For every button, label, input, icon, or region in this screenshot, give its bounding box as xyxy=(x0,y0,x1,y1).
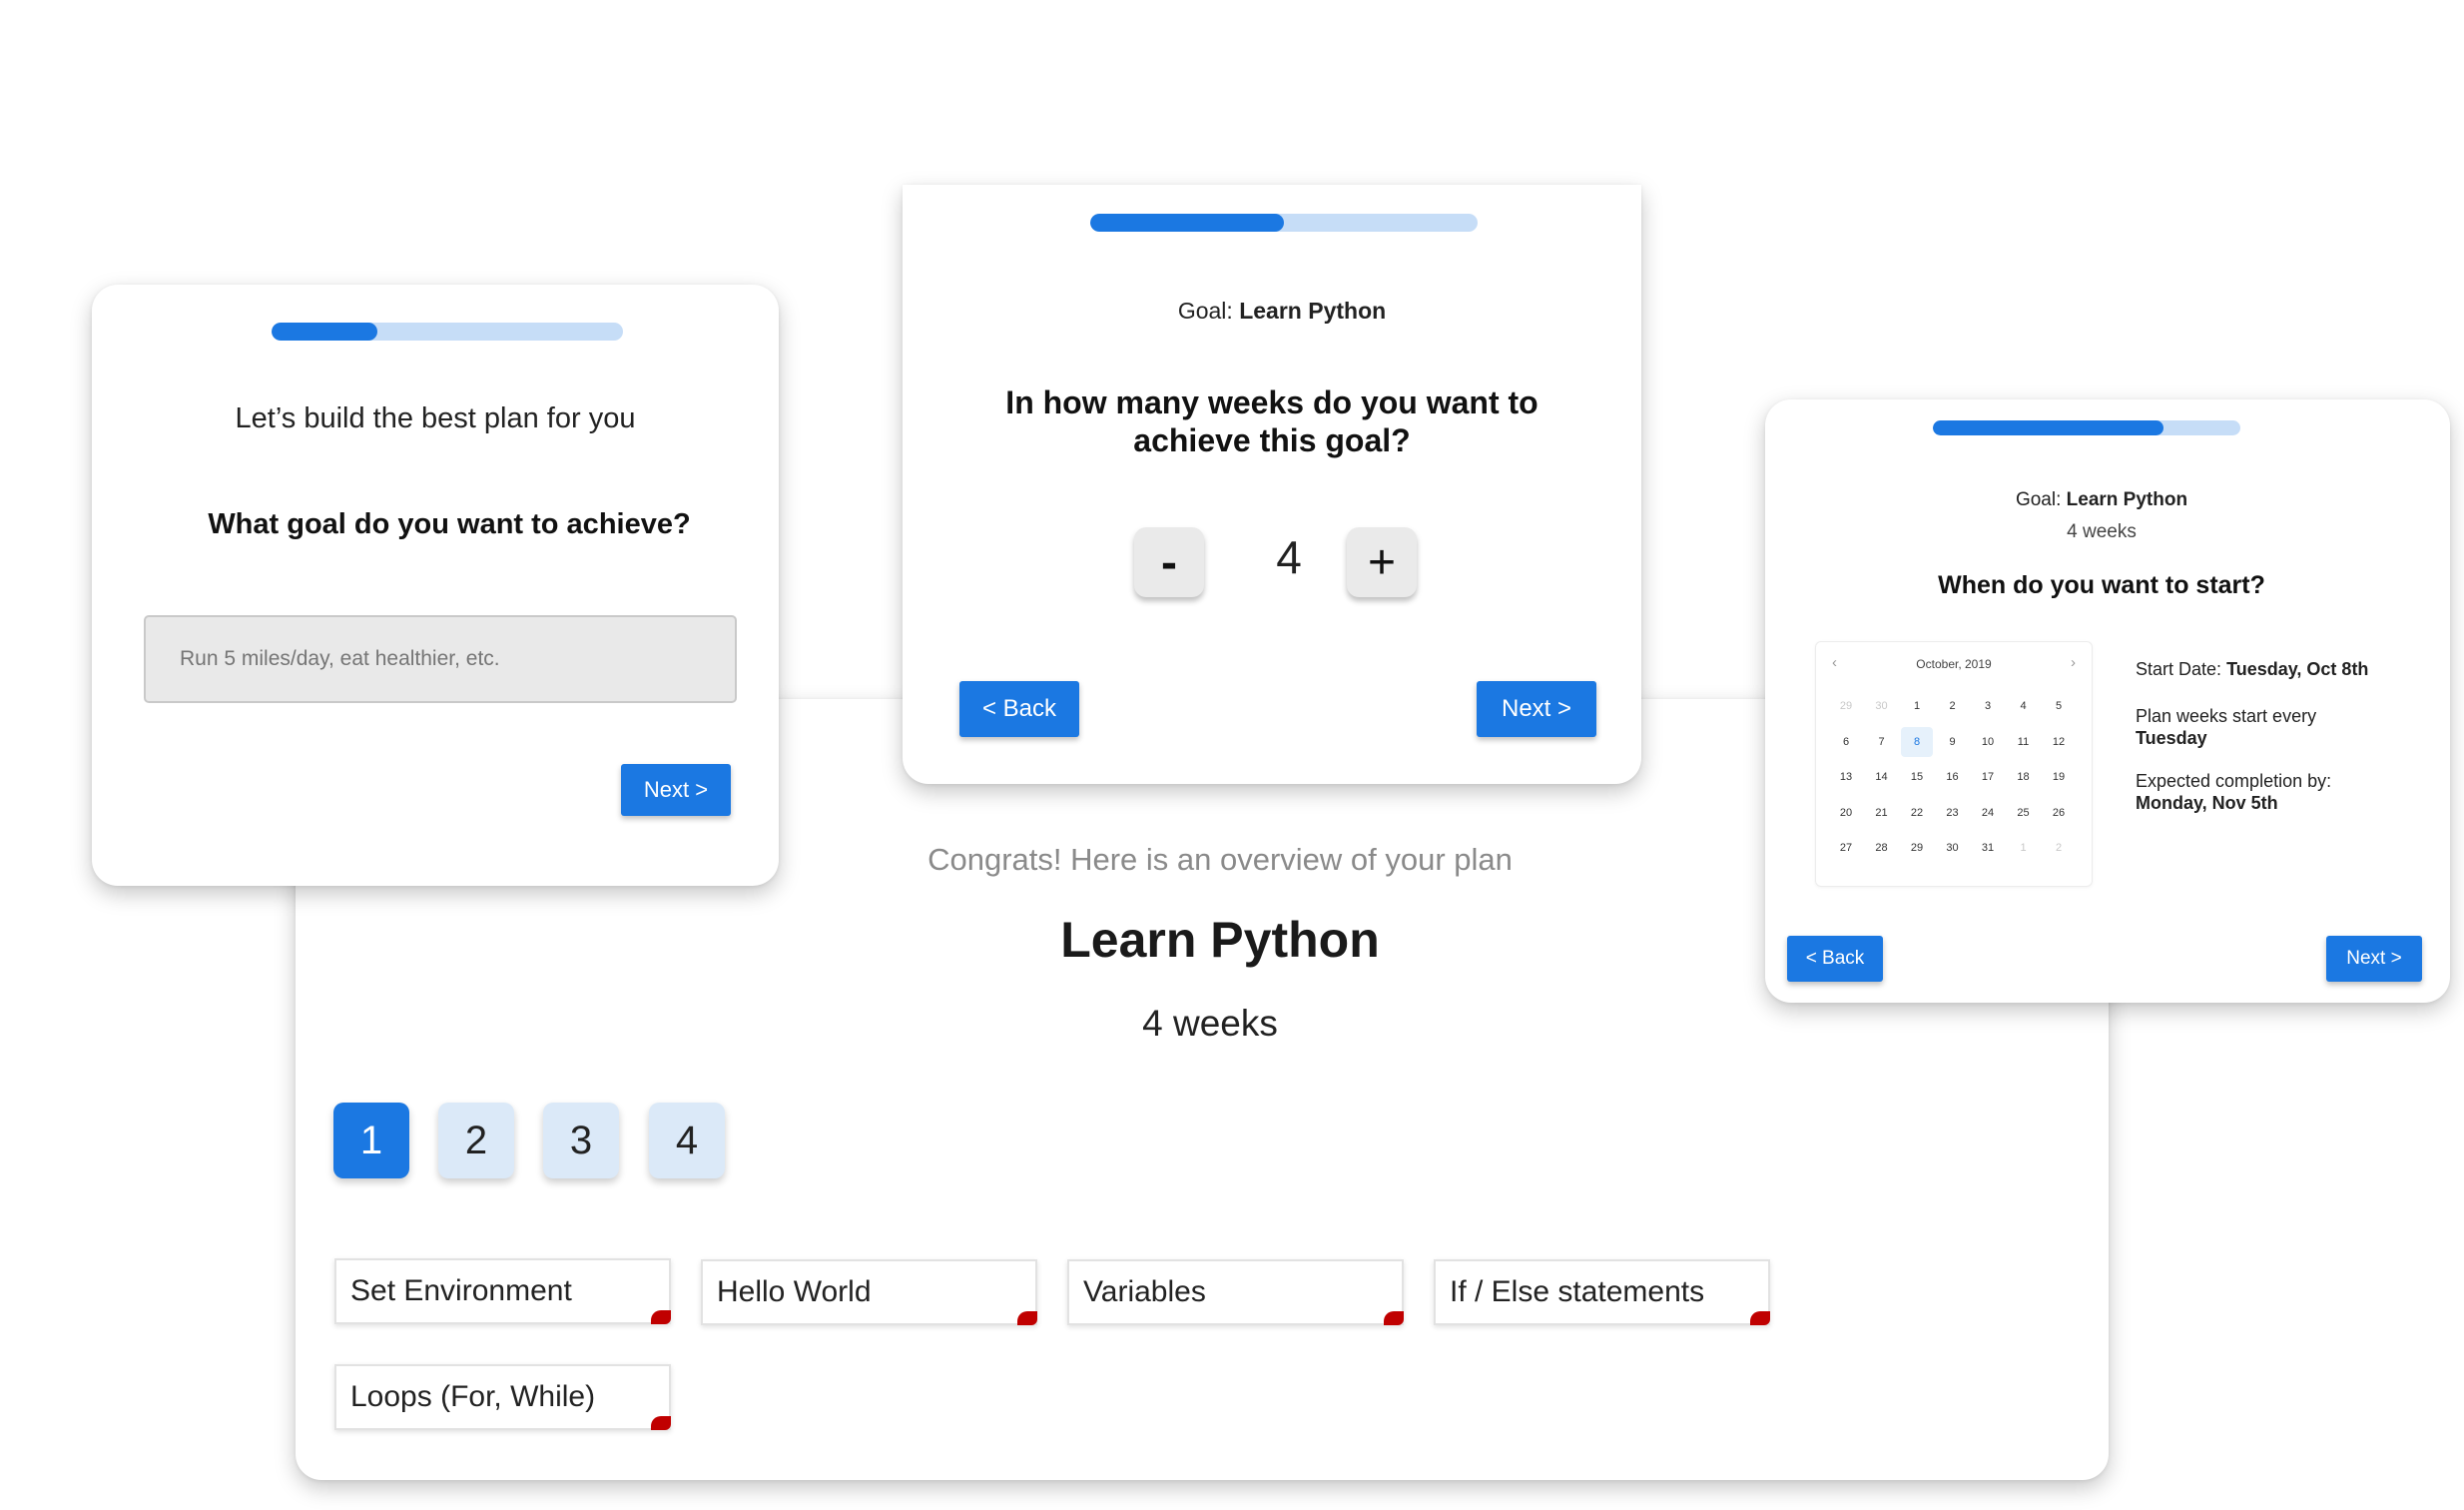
topic-label: Variables xyxy=(1083,1275,1206,1308)
calendar-day[interactable]: 11 xyxy=(2008,736,2040,748)
calendar-day[interactable]: 24 xyxy=(1972,807,2004,819)
calendar-day[interactable]: 7 xyxy=(1866,736,1898,748)
calendar-day[interactable]: 29 xyxy=(1830,700,1862,712)
calendar-day[interactable]: 25 xyxy=(2008,807,2040,819)
calendar-day[interactable]: 1 xyxy=(2008,842,2040,854)
calendar-day[interactable]: 30 xyxy=(1866,700,1898,712)
calendar-grid: 29 30 1 2 3 4 5 6 7 8 9 10 11 12 13 14 15 16 17 18 19 20 21 22 2… xyxy=(1830,700,2078,880)
start-date-line: Start Date: Tuesday, Oct 8th xyxy=(2136,659,2368,680)
chevron-right-icon[interactable]: › xyxy=(2071,654,2076,671)
weeks-card: Goal: Learn Python In how many weeks do … xyxy=(903,185,1641,784)
calendar-day[interactable]: 14 xyxy=(1866,771,1898,783)
week-tab-1[interactable]: 1 xyxy=(333,1103,409,1178)
goal-next-button[interactable]: Next > xyxy=(621,764,731,816)
overview-plan-duration: 4 weeks xyxy=(1142,1003,1278,1044)
week-tab-2[interactable]: 2 xyxy=(438,1103,514,1178)
calendar-day[interactable]: 21 xyxy=(1866,807,1898,819)
start-date-value: Tuesday, Oct 8th xyxy=(2226,659,2369,679)
goal-question: What goal do you want to achieve? xyxy=(208,508,691,540)
calendar-day[interactable]: 27 xyxy=(1830,842,1862,854)
weeks-next-button[interactable]: Next > xyxy=(1477,681,1596,737)
calendar-day[interactable]: 28 xyxy=(1866,842,1898,854)
completion-label: Expected completion by: xyxy=(2136,771,2332,791)
calendar-day[interactable]: 3 xyxy=(1972,700,2004,712)
calendar-day[interactable]: 19 xyxy=(2043,771,2075,783)
calendar-day[interactable]: 20 xyxy=(1830,807,1862,819)
weeks-question: In how many weeks do you want to achieve… xyxy=(903,383,1641,459)
calendar-day[interactable]: 16 xyxy=(1937,771,1969,783)
start-date-label: Start Date: xyxy=(2136,659,2222,679)
calendar-day[interactable]: 9 xyxy=(1937,736,1969,748)
topic-card[interactable]: Hello World xyxy=(701,1259,1037,1325)
flag-icon xyxy=(1750,1311,1770,1325)
flag-icon xyxy=(651,1310,671,1324)
calendar-day[interactable]: 29 xyxy=(1901,842,1933,854)
calendar-day[interactable]: 18 xyxy=(2008,771,2040,783)
decrement-button[interactable]: - xyxy=(1134,527,1204,597)
topic-card[interactable]: If / Else statements xyxy=(1434,1259,1770,1325)
calendar-day[interactable]: 13 xyxy=(1830,771,1862,783)
weeks-progress-bar xyxy=(1090,214,1478,232)
flag-icon xyxy=(1384,1311,1404,1325)
weeks-goal-line: Goal: Learn Python xyxy=(923,298,1641,325)
plan-weeks-value: Tuesday xyxy=(2136,728,2207,748)
calendar: ‹ October, 2019 › 29 30 1 2 3 4 5 6 7 8 9 10 11 12 13 1… xyxy=(1815,641,2093,887)
plan-weeks-label: Plan weeks start every xyxy=(2136,706,2317,726)
calendar-day[interactable]: 15 xyxy=(1901,771,1933,783)
start-back-button[interactable]: < Back xyxy=(1787,936,1883,982)
calendar-day[interactable]: 30 xyxy=(1937,842,1969,854)
weeks-question-line2: achieve this goal? xyxy=(1133,422,1411,458)
goal-value: Learn Python xyxy=(2066,489,2188,510)
goal-prefix: Goal: xyxy=(2015,489,2062,510)
goal-progress-fill xyxy=(272,323,377,341)
increment-button[interactable]: + xyxy=(1347,527,1417,597)
goal-prefix: Goal: xyxy=(1177,298,1233,324)
start-weeks-text: 4 weeks xyxy=(2067,521,2137,542)
calendar-month-label: October, 2019 xyxy=(1916,657,1992,671)
topic-label: Loops (For, While) xyxy=(350,1380,596,1413)
start-question: When do you want to start? xyxy=(1938,571,2265,599)
start-date-card: Goal: Learn Python 4 weeks When do you w… xyxy=(1765,399,2450,1003)
calendar-day[interactable]: 12 xyxy=(2043,736,2075,748)
calendar-day[interactable]: 1 xyxy=(1901,700,1933,712)
calendar-day[interactable]: 22 xyxy=(1901,807,1933,819)
goal-input[interactable] xyxy=(144,615,737,703)
weeks-back-button[interactable]: < Back xyxy=(959,681,1079,737)
calendar-day[interactable]: 10 xyxy=(1972,736,2004,748)
topic-card[interactable]: Set Environment xyxy=(334,1258,671,1324)
goal-card: Let’s build the best plan for you What g… xyxy=(92,285,779,886)
completion-value: Monday, Nov 5th xyxy=(2136,793,2278,813)
topic-label: Hello World xyxy=(717,1275,872,1308)
weeks-progress-fill xyxy=(1090,214,1284,232)
calendar-day[interactable]: 31 xyxy=(1972,842,2004,854)
start-next-button[interactable]: Next > xyxy=(2326,936,2422,982)
goal-value: Learn Python xyxy=(1239,298,1387,324)
goal-progress-bar xyxy=(272,323,623,341)
calendar-day[interactable]: 2 xyxy=(2043,842,2075,854)
topic-card[interactable]: Variables xyxy=(1067,1259,1404,1325)
calendar-day[interactable]: 4 xyxy=(2008,700,2040,712)
start-goal-line: Goal: Learn Python xyxy=(1753,489,2450,511)
calendar-day[interactable]: 6 xyxy=(1830,736,1862,748)
topic-label: If / Else statements xyxy=(1450,1275,1705,1308)
week-tab-3[interactable]: 3 xyxy=(543,1103,619,1178)
calendar-day[interactable]: 8 xyxy=(1901,726,1933,757)
start-progress-bar xyxy=(1933,420,2240,435)
calendar-day[interactable]: 5 xyxy=(2043,700,2075,712)
weeks-question-line1: In how many weeks do you want to xyxy=(1005,384,1539,420)
topic-card[interactable]: Loops (For, While) xyxy=(334,1364,671,1430)
goal-intro-text: Let’s build the best plan for you xyxy=(235,402,636,434)
flag-icon xyxy=(1017,1311,1037,1325)
calendar-day[interactable]: 17 xyxy=(1972,771,2004,783)
topic-label: Set Environment xyxy=(350,1274,572,1307)
weeks-value: 4 xyxy=(1276,531,1302,583)
calendar-day[interactable]: 23 xyxy=(1937,807,1969,819)
calendar-day[interactable]: 2 xyxy=(1937,700,1969,712)
flag-icon xyxy=(651,1416,671,1430)
week-tab-4[interactable]: 4 xyxy=(649,1103,725,1178)
calendar-day[interactable]: 26 xyxy=(2043,807,2075,819)
start-progress-fill xyxy=(1933,420,2163,435)
